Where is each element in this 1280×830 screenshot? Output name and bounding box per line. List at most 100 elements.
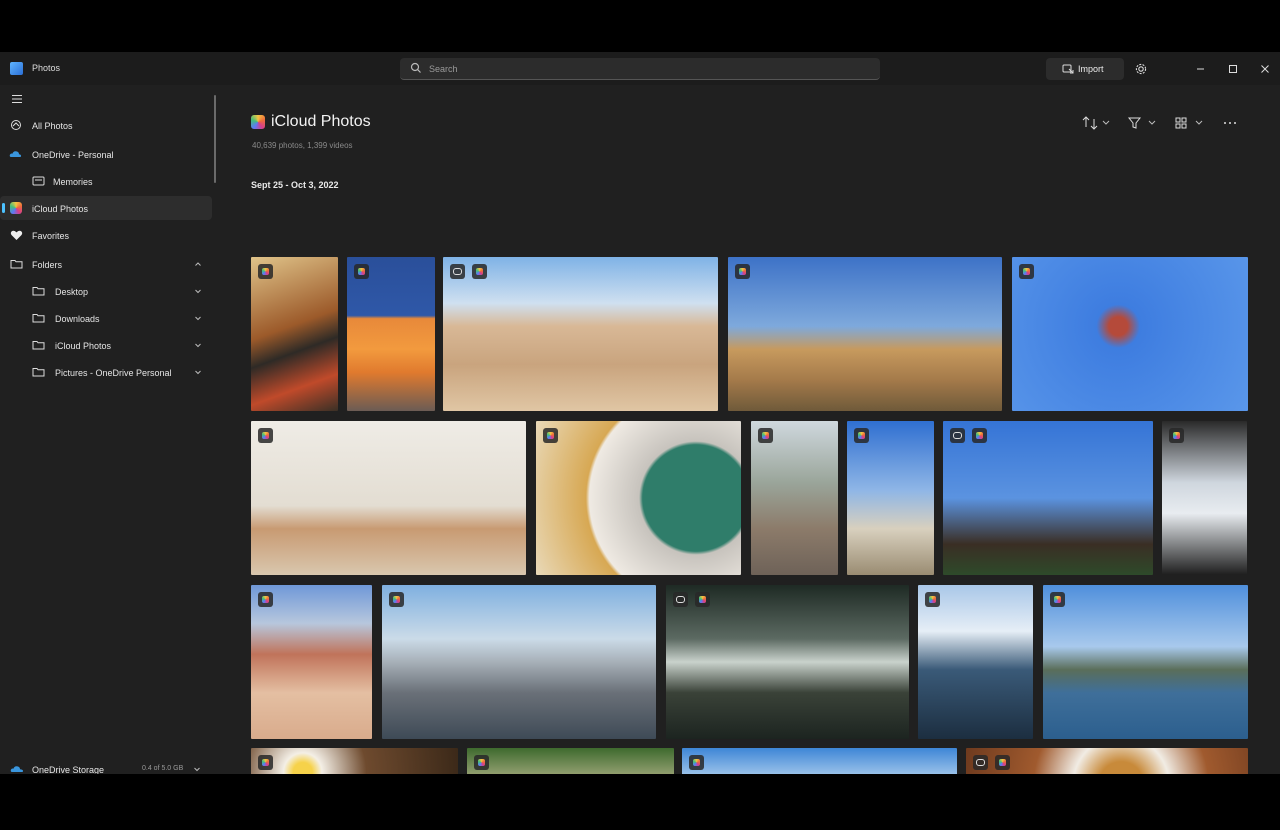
more-options-icon[interactable] bbox=[1222, 115, 1238, 131]
sidebar-item-desktop[interactable]: Desktop bbox=[0, 279, 212, 303]
import-label: Import bbox=[1078, 64, 1104, 74]
sidebar-item-label: Pictures - OneDrive Personal bbox=[55, 368, 172, 378]
sidebar-item-folders[interactable]: Folders bbox=[0, 252, 212, 276]
hamburger-menu-icon[interactable] bbox=[10, 92, 24, 106]
all-photos-icon bbox=[11, 120, 21, 130]
live-photo-icon bbox=[950, 428, 965, 443]
sidebar-item-favorites[interactable]: Favorites bbox=[0, 223, 212, 247]
photo-tile-shakshuka-food[interactable] bbox=[251, 257, 338, 411]
photo-tile-city-skyline-mountains[interactable] bbox=[382, 585, 656, 739]
heart-icon bbox=[10, 230, 23, 240]
chevron-down-icon[interactable] bbox=[194, 341, 202, 349]
sidebar-item-label: OneDrive - Personal bbox=[32, 150, 114, 160]
folder-icon bbox=[32, 287, 45, 296]
photo-tile-bikes-beach[interactable] bbox=[847, 421, 934, 575]
import-button[interactable]: Import bbox=[1046, 58, 1124, 80]
icloud-source-icon bbox=[854, 428, 869, 443]
sidebar-item-downloads[interactable]: Downloads bbox=[0, 306, 212, 330]
photo-count: 40,639 photos, 1,399 videos bbox=[252, 141, 353, 150]
maximize-icon[interactable] bbox=[1224, 60, 1242, 78]
sidebar-item-icloud-photos-folder[interactable]: iCloud Photos bbox=[0, 333, 212, 357]
chevron-down-icon[interactable] bbox=[194, 287, 202, 295]
chevron-down-icon[interactable] bbox=[194, 368, 202, 376]
icloud-source-icon bbox=[474, 755, 489, 770]
icloud-photos-icon bbox=[251, 115, 265, 129]
icloud-source-icon bbox=[925, 592, 940, 607]
icloud-source-icon bbox=[543, 428, 558, 443]
title-bar: Photos Search Import bbox=[0, 52, 1280, 85]
sidebar-item-all-photos[interactable]: All Photos bbox=[0, 113, 212, 137]
live-photo-icon bbox=[973, 755, 988, 770]
icloud-source-icon bbox=[258, 264, 273, 279]
icloud-source-icon bbox=[695, 592, 710, 607]
icloud-source-icon bbox=[389, 592, 404, 607]
live-photo-icon bbox=[673, 592, 688, 607]
chevron-down-icon[interactable] bbox=[194, 314, 202, 322]
photos-window: Photos Search Import All Photos OneDrive… bbox=[0, 52, 1280, 774]
page-title: iCloud Photos bbox=[271, 113, 371, 130]
sidebar-item-label: Desktop bbox=[55, 287, 89, 297]
icloud-source-icon bbox=[1169, 428, 1184, 443]
photo-tile-joshua-trees[interactable] bbox=[728, 257, 1002, 411]
folder-icon bbox=[32, 314, 45, 323]
sidebar-item-label: Downloads bbox=[55, 314, 100, 324]
photo-tile-eiffel-tower[interactable] bbox=[943, 421, 1153, 575]
photo-tile-coastal-lake[interactable] bbox=[1043, 585, 1248, 739]
sidebar-item-memories[interactable]: Memories bbox=[0, 169, 212, 193]
date-group-header: Sept 25 - Oct 3, 2022 bbox=[251, 180, 339, 190]
icloud-source-icon bbox=[258, 428, 273, 443]
main-content: iCloud Photos 40,639 photos, 1,399 video… bbox=[220, 85, 1280, 774]
sidebar-item-label: Folders bbox=[32, 260, 63, 270]
photo-tile-desert-rocks-hiker[interactable] bbox=[443, 257, 718, 411]
photo-tile-dog-in-park[interactable] bbox=[467, 748, 674, 774]
onedrive-storage[interactable]: OneDrive Storage 0.4 of 5.0 GB bbox=[0, 757, 212, 774]
sidebar-item-icloud-photos[interactable]: iCloud Photos bbox=[0, 196, 212, 220]
icloud-source-icon bbox=[1050, 592, 1065, 607]
chevron-up-icon[interactable] bbox=[194, 260, 202, 268]
photo-tile-pear-tart-latte[interactable] bbox=[536, 421, 741, 575]
live-photo-icon bbox=[450, 264, 465, 279]
icloud-source-icon bbox=[735, 264, 750, 279]
search-placeholder: Search bbox=[429, 64, 458, 74]
sidebar-item-label: Favorites bbox=[32, 231, 70, 241]
photo-tile-desert-dune-hiker[interactable] bbox=[251, 585, 372, 739]
photo-tile-dog-on-chair[interactable] bbox=[251, 421, 526, 575]
icloud-source-icon bbox=[258, 755, 273, 770]
folder-icon bbox=[32, 368, 45, 377]
sidebar-item-pictures-onedrive[interactable]: Pictures - OneDrive Personal bbox=[0, 360, 212, 384]
photo-tile-dog-on-street[interactable] bbox=[751, 421, 838, 575]
photo-tile-ramen-egg[interactable] bbox=[251, 748, 458, 774]
settings-gear-icon[interactable] bbox=[1132, 60, 1150, 78]
icloud-source-icon bbox=[758, 428, 773, 443]
view-layout-icon[interactable] bbox=[1174, 115, 1204, 131]
photo-tile-swing-ride-tower[interactable] bbox=[1012, 257, 1248, 411]
sidebar-scrollbar[interactable] bbox=[214, 95, 216, 183]
sidebar-item-label: iCloud Photos bbox=[55, 341, 112, 351]
sidebar-item-label: iCloud Photos bbox=[32, 204, 89, 214]
sidebar: All Photos OneDrive - Personal Memories … bbox=[0, 85, 220, 774]
photo-tile-clouds-sky[interactable] bbox=[682, 748, 957, 774]
filter-icon[interactable] bbox=[1127, 115, 1157, 131]
folder-icon bbox=[32, 341, 45, 350]
minimize-icon[interactable] bbox=[1192, 60, 1210, 78]
icloud-source-icon bbox=[689, 755, 704, 770]
icloud-source-icon bbox=[258, 592, 273, 607]
search-input[interactable]: Search bbox=[400, 58, 880, 80]
close-icon[interactable] bbox=[1256, 60, 1274, 78]
icloud-source-icon bbox=[472, 264, 487, 279]
icloud-source-icon bbox=[995, 755, 1010, 770]
storage-amount: 0.4 of 5.0 GB bbox=[142, 765, 184, 772]
chevron-down-icon[interactable] bbox=[193, 765, 201, 773]
sidebar-item-onedrive-personal[interactable]: OneDrive - Personal bbox=[0, 142, 212, 166]
sidebar-item-label: All Photos bbox=[32, 121, 73, 131]
sort-icon[interactable] bbox=[1080, 115, 1110, 131]
photo-tile-plated-dessert[interactable] bbox=[966, 748, 1248, 774]
photo-tile-forest-sunbeams[interactable] bbox=[666, 585, 909, 739]
onedrive-cloud-icon bbox=[9, 151, 22, 157]
photo-tile-sunset-shore[interactable] bbox=[918, 585, 1033, 739]
icloud-source-icon bbox=[354, 264, 369, 279]
folder-icon bbox=[10, 260, 23, 269]
photo-tile-orange-sun-shadow[interactable] bbox=[347, 257, 435, 411]
photo-tile-louvre-pyramid[interactable] bbox=[1162, 421, 1247, 575]
icloud-source-icon bbox=[972, 428, 987, 443]
